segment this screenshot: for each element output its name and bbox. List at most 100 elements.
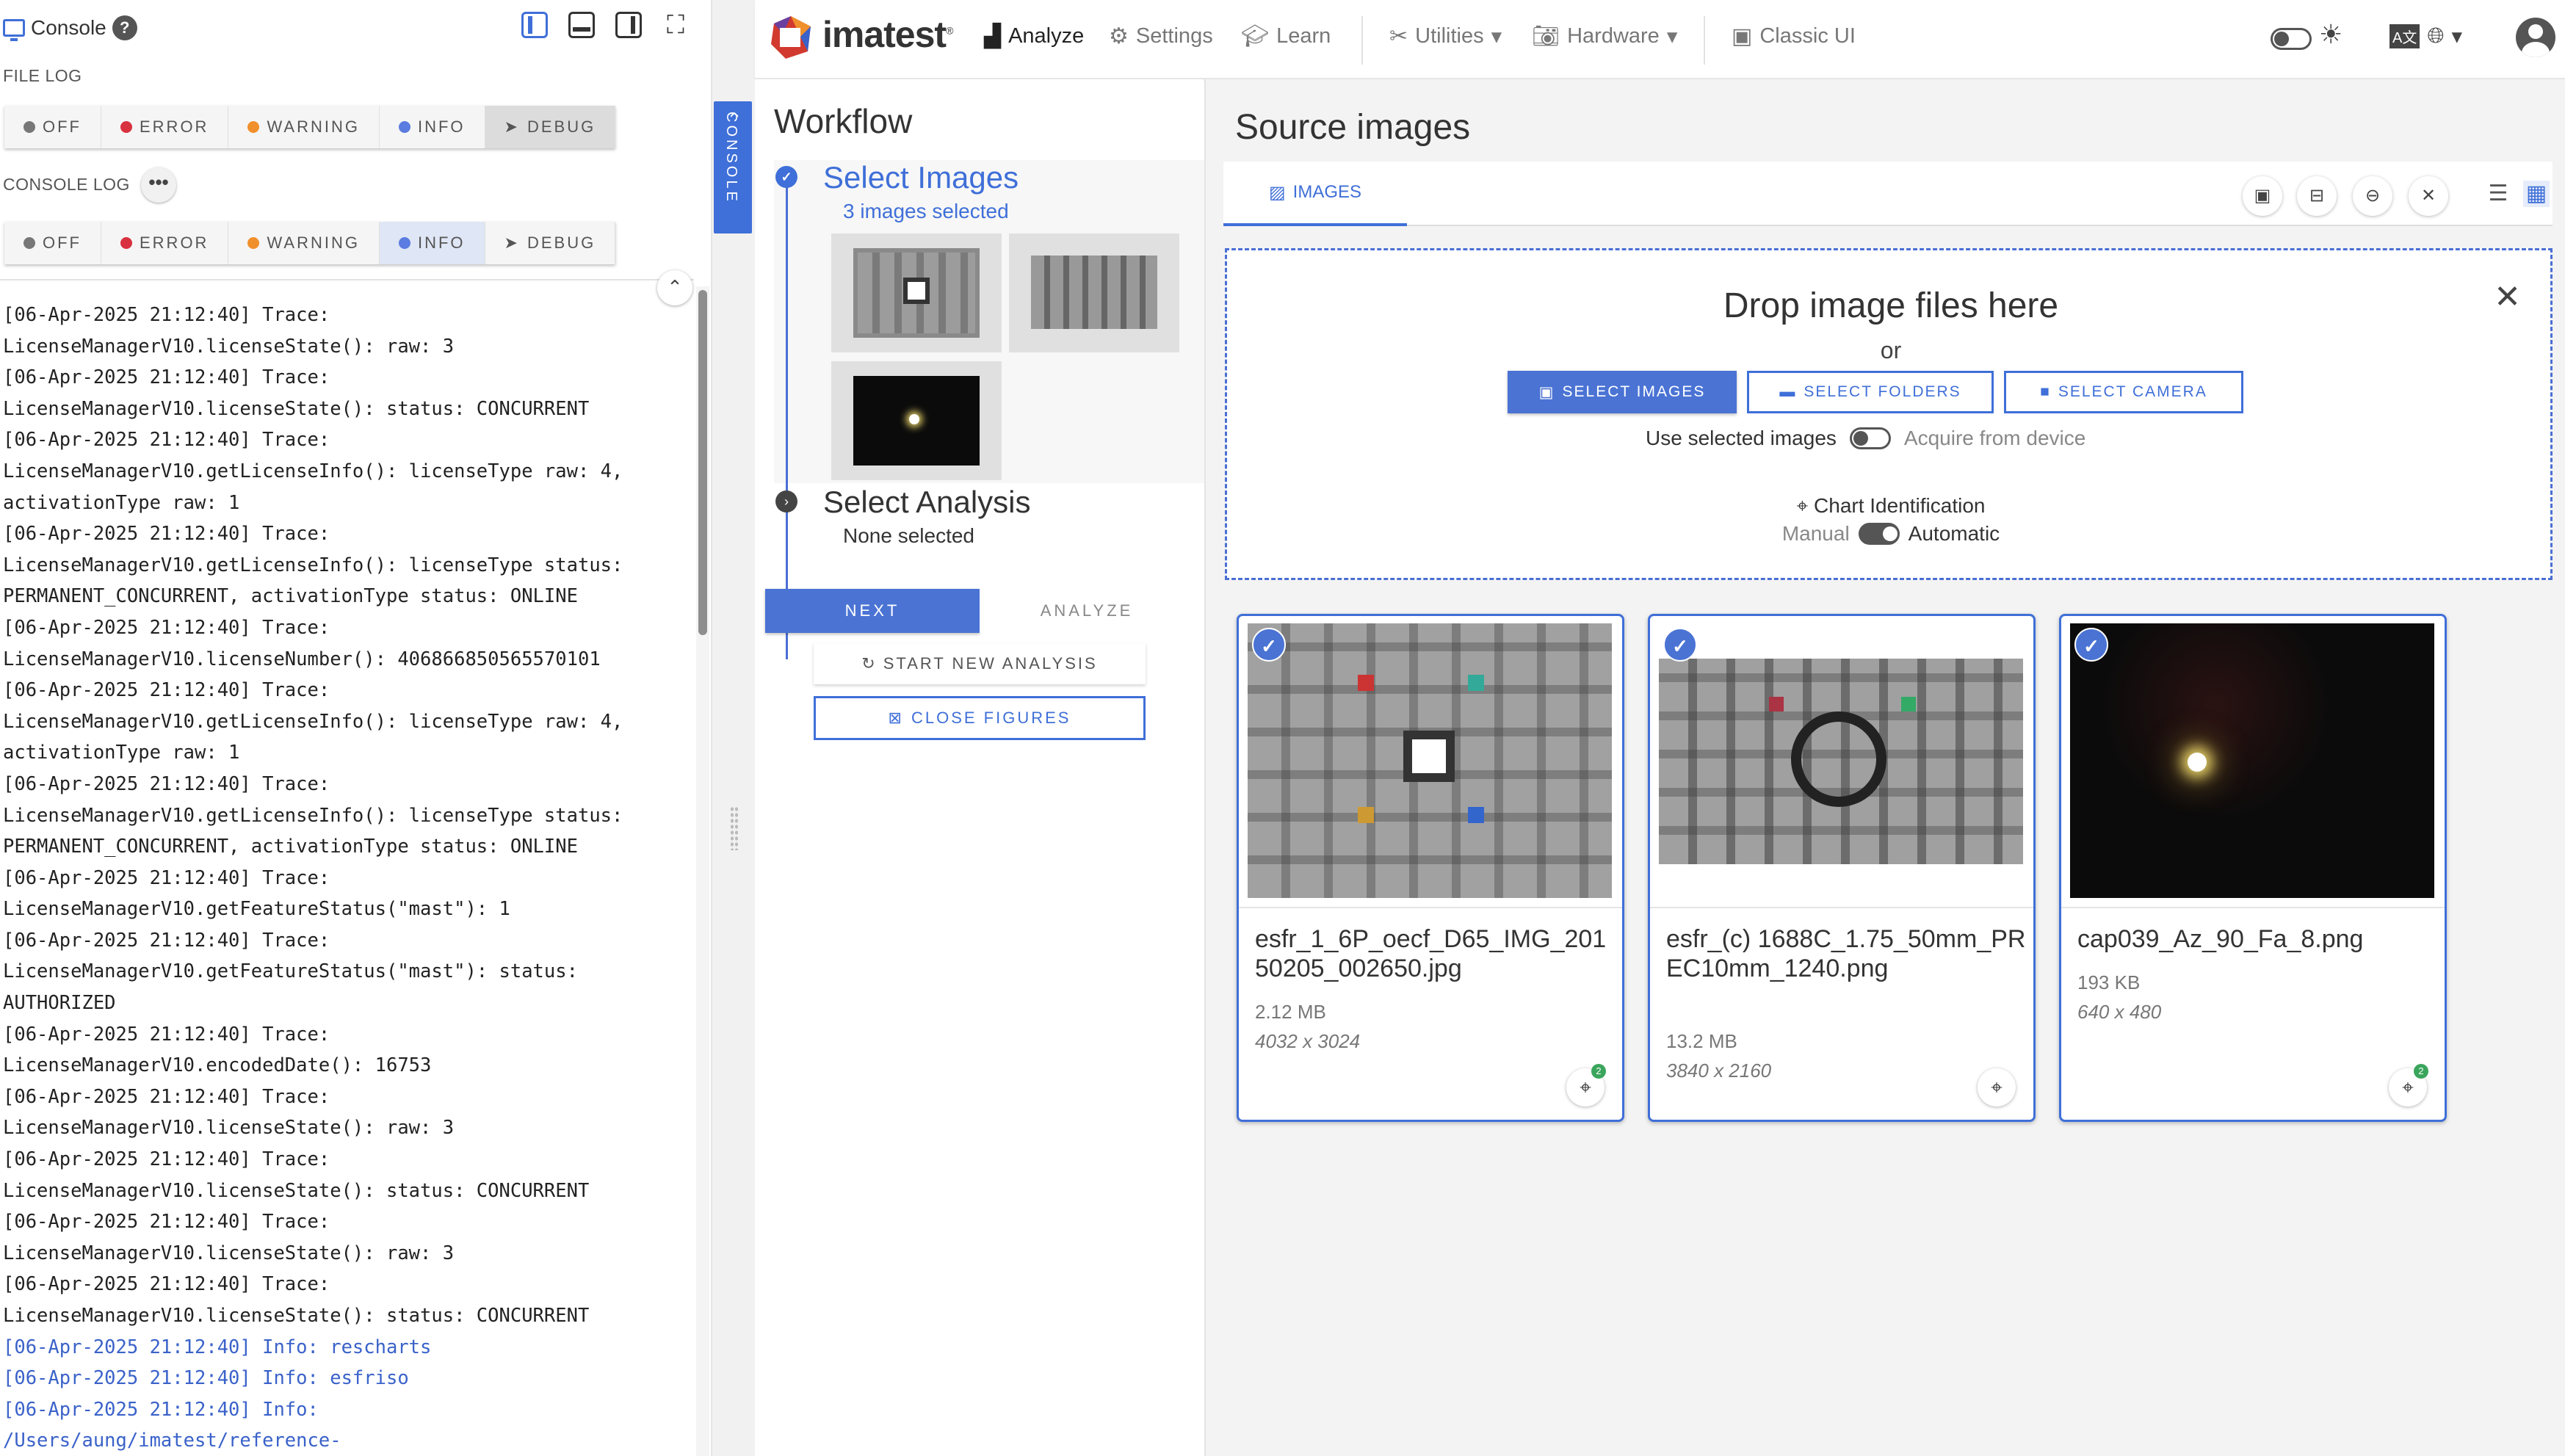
log-line: LicenseManagerV10.licenseState(): status… xyxy=(3,397,590,420)
step-1-title[interactable]: Select Images xyxy=(823,160,1019,195)
select-images-button[interactable]: ▣ SELECT IMAGES xyxy=(1508,371,1737,413)
image-card[interactable]: ✓ esfr_(c) 1688C_1.75_50mm_PREC10mm_1240… xyxy=(1648,614,2036,1122)
file-log-error[interactable]: ERROR xyxy=(101,106,229,148)
close-icon[interactable]: ✕ xyxy=(2494,278,2521,316)
brightness-icon[interactable]: ☀ xyxy=(2319,19,2342,50)
log-line: LicenseManagerV10.licenseNumber(): 40686… xyxy=(3,648,601,670)
clear-button[interactable]: ✕ xyxy=(2409,176,2448,216)
refresh-icon: ↻ xyxy=(861,654,878,673)
dock-left-icon[interactable] xyxy=(521,12,548,38)
acquire-toggle[interactable] xyxy=(1849,427,1891,449)
error-dot-icon xyxy=(120,121,132,133)
image-card[interactable]: ✓ cap039_Az_90_Fa_8.png 193 KB 640 x 480… xyxy=(2059,614,2447,1122)
warning-dot-icon xyxy=(247,237,260,249)
nav-utilities[interactable]: ✂ Utilities ▾ xyxy=(1389,23,1502,49)
workflow-thumbnail-2[interactable] xyxy=(1009,233,1179,352)
log-line: [06-Apr-2025 21:12:40] Trace: xyxy=(3,1085,330,1108)
selected-check-icon[interactable]: ✓ xyxy=(1663,628,1697,662)
crosshair-icon: ⌖ xyxy=(1991,1076,2003,1098)
list-view-icon[interactable]: ☰ xyxy=(2485,181,2511,207)
log-line: PERMANENT_CONCURRENT, activationType sta… xyxy=(3,836,578,858)
log-line: LicenseManagerV10.licenseState(): status… xyxy=(3,1179,590,1202)
manual-label: Manual xyxy=(1781,522,1850,545)
log-line: [06-Apr-2025 21:12:40] Trace: xyxy=(3,866,330,889)
acquire-row: Use selected images Acquire from device xyxy=(1646,427,2085,450)
close-icon: ✕ xyxy=(2420,186,2436,206)
dock-right-icon[interactable] xyxy=(615,12,642,38)
nav-hardware[interactable]: 📷︎ Hardware ▾ xyxy=(1532,23,1677,49)
next-button[interactable]: NEXT xyxy=(765,589,980,633)
image-card[interactable]: ✓ esfr_1_6P_oecf_D65_IMG_20150205_002650… xyxy=(1237,614,1624,1122)
error-dot-icon xyxy=(120,237,132,249)
crosshair-icon: ⌖ xyxy=(1796,494,1815,517)
image-dimensions: 640 x 480 xyxy=(2077,1001,2162,1023)
chevron-right-icon: › xyxy=(775,490,797,513)
fullscreen-icon[interactable]: ⛶ xyxy=(662,12,689,38)
selected-check-icon[interactable]: ✓ xyxy=(1252,628,1286,662)
help-icon[interactable]: ? xyxy=(112,15,137,40)
log-line: LicenseManagerV10.getLicenseInfo(): lice… xyxy=(3,460,623,482)
warning-dot-icon xyxy=(247,121,260,133)
theme-toggle[interactable] xyxy=(2271,28,2312,50)
image-thumbnail xyxy=(1659,623,2023,898)
console-log-info[interactable]: INFO xyxy=(379,222,485,264)
image-dropzone[interactable]: Drop image files here or ✕ ▣ SELECT IMAGE… xyxy=(1225,248,2553,580)
automatic-label: Automatic xyxy=(1908,522,2000,545)
close-figures-button[interactable]: ⊠ CLOSE FIGURES xyxy=(814,696,1146,740)
console-log-warning[interactable]: WARNING xyxy=(228,222,380,264)
chart-identification-label: ⌖ Chart Identification xyxy=(1796,494,1986,517)
step-2-title[interactable]: Select Analysis xyxy=(823,485,1030,520)
step-2-subtitle: None selected xyxy=(843,524,975,547)
collapse-button[interactable]: ⊟ xyxy=(2297,176,2337,216)
camera-icon: 📷︎ xyxy=(1532,24,1560,48)
globe-icon: 🌐︎ xyxy=(2427,24,2445,48)
tab-images[interactable]: ▨ IMAGES xyxy=(1223,162,1407,226)
image-dimensions: 3840 x 2160 xyxy=(1666,1060,1772,1082)
cursor-icon: ➤ xyxy=(504,233,520,252)
chart-id-button[interactable]: ⌖ 2 xyxy=(1566,1064,1606,1107)
cursor-icon: ➤ xyxy=(504,117,520,136)
console-log-error[interactable]: ERROR xyxy=(101,222,229,264)
scroll-up-button[interactable]: ⌃ xyxy=(657,270,692,305)
crosshair-icon: ⌖ xyxy=(2402,1076,2414,1098)
log-line: [06-Apr-2025 21:12:40] Info: xyxy=(3,1398,319,1421)
image-view-button[interactable]: ▣ xyxy=(2243,176,2282,216)
select-folders-button[interactable]: ▬ SELECT FOLDERS xyxy=(1747,371,1994,413)
file-log-info[interactable]: INFO xyxy=(380,106,485,148)
workflow-thumbnail-3[interactable] xyxy=(831,361,1002,480)
log-line: [06-Apr-2025 21:12:40] Trace: xyxy=(3,1023,330,1046)
nav-settings[interactable]: ⚙ Settings xyxy=(1109,23,1213,49)
chart-id-button[interactable]: ⌖ xyxy=(1978,1068,2016,1107)
console-layout-tools: ⛶ xyxy=(521,12,689,38)
resize-grip-icon[interactable] xyxy=(730,806,739,850)
dock-bottom-icon[interactable] xyxy=(568,12,595,38)
user-avatar-icon[interactable] xyxy=(2516,18,2555,57)
imatest-logo[interactable]: imatest® xyxy=(822,13,953,56)
log-scrollbar-thumb[interactable] xyxy=(698,290,707,635)
chart-id-button[interactable]: ⌖ 2 xyxy=(2389,1064,2428,1107)
selected-check-icon[interactable]: ✓ xyxy=(2074,628,2108,662)
file-log-off[interactable]: OFF xyxy=(4,106,101,148)
nav-classic-ui[interactable]: ▣ Classic UI xyxy=(1732,23,1856,49)
chart-id-toggle[interactable] xyxy=(1858,523,1900,545)
workflow-thumbnail-1[interactable] xyxy=(831,233,1002,352)
log-line: PERMANENT_CONCURRENT, activationType sta… xyxy=(3,585,578,608)
header-separator xyxy=(1704,16,1705,65)
start-new-analysis-button[interactable]: ↻ START NEW ANALYSIS xyxy=(814,643,1146,684)
deselect-button[interactable]: ⊖ xyxy=(2353,176,2392,216)
console-log-debug[interactable]: ➤ DEBUG xyxy=(485,222,616,264)
console-log-off[interactable]: OFF xyxy=(4,222,101,264)
grid-view-icon[interactable]: ▦ xyxy=(2523,181,2550,207)
nav-learn[interactable]: 🎓︎ Learn xyxy=(1241,23,1331,49)
select-camera-button[interactable]: ■ SELECT CAMERA xyxy=(2004,371,2243,413)
console-log-more-button[interactable]: ••• xyxy=(141,167,176,203)
log-line: [06-Apr-2025 21:12:40] Trace: xyxy=(3,304,330,326)
console-toggle-tab[interactable]: CONSOLE ‹ xyxy=(714,101,752,233)
language-menu[interactable]: A文 🌐︎ ▾ xyxy=(2389,23,2462,49)
nav-analyze[interactable]: ▟ Analyze xyxy=(984,23,1084,49)
log-line: AUTHORIZED xyxy=(3,992,116,1015)
console-panel: Console ? ⛶ FILE LOG OFF ERROR WARNING I… xyxy=(0,0,712,1456)
file-log-warning[interactable]: WARNING xyxy=(228,106,380,148)
analyze-button[interactable]: ANALYZE xyxy=(980,589,1194,633)
file-log-debug[interactable]: ➤ DEBUG xyxy=(485,106,616,148)
